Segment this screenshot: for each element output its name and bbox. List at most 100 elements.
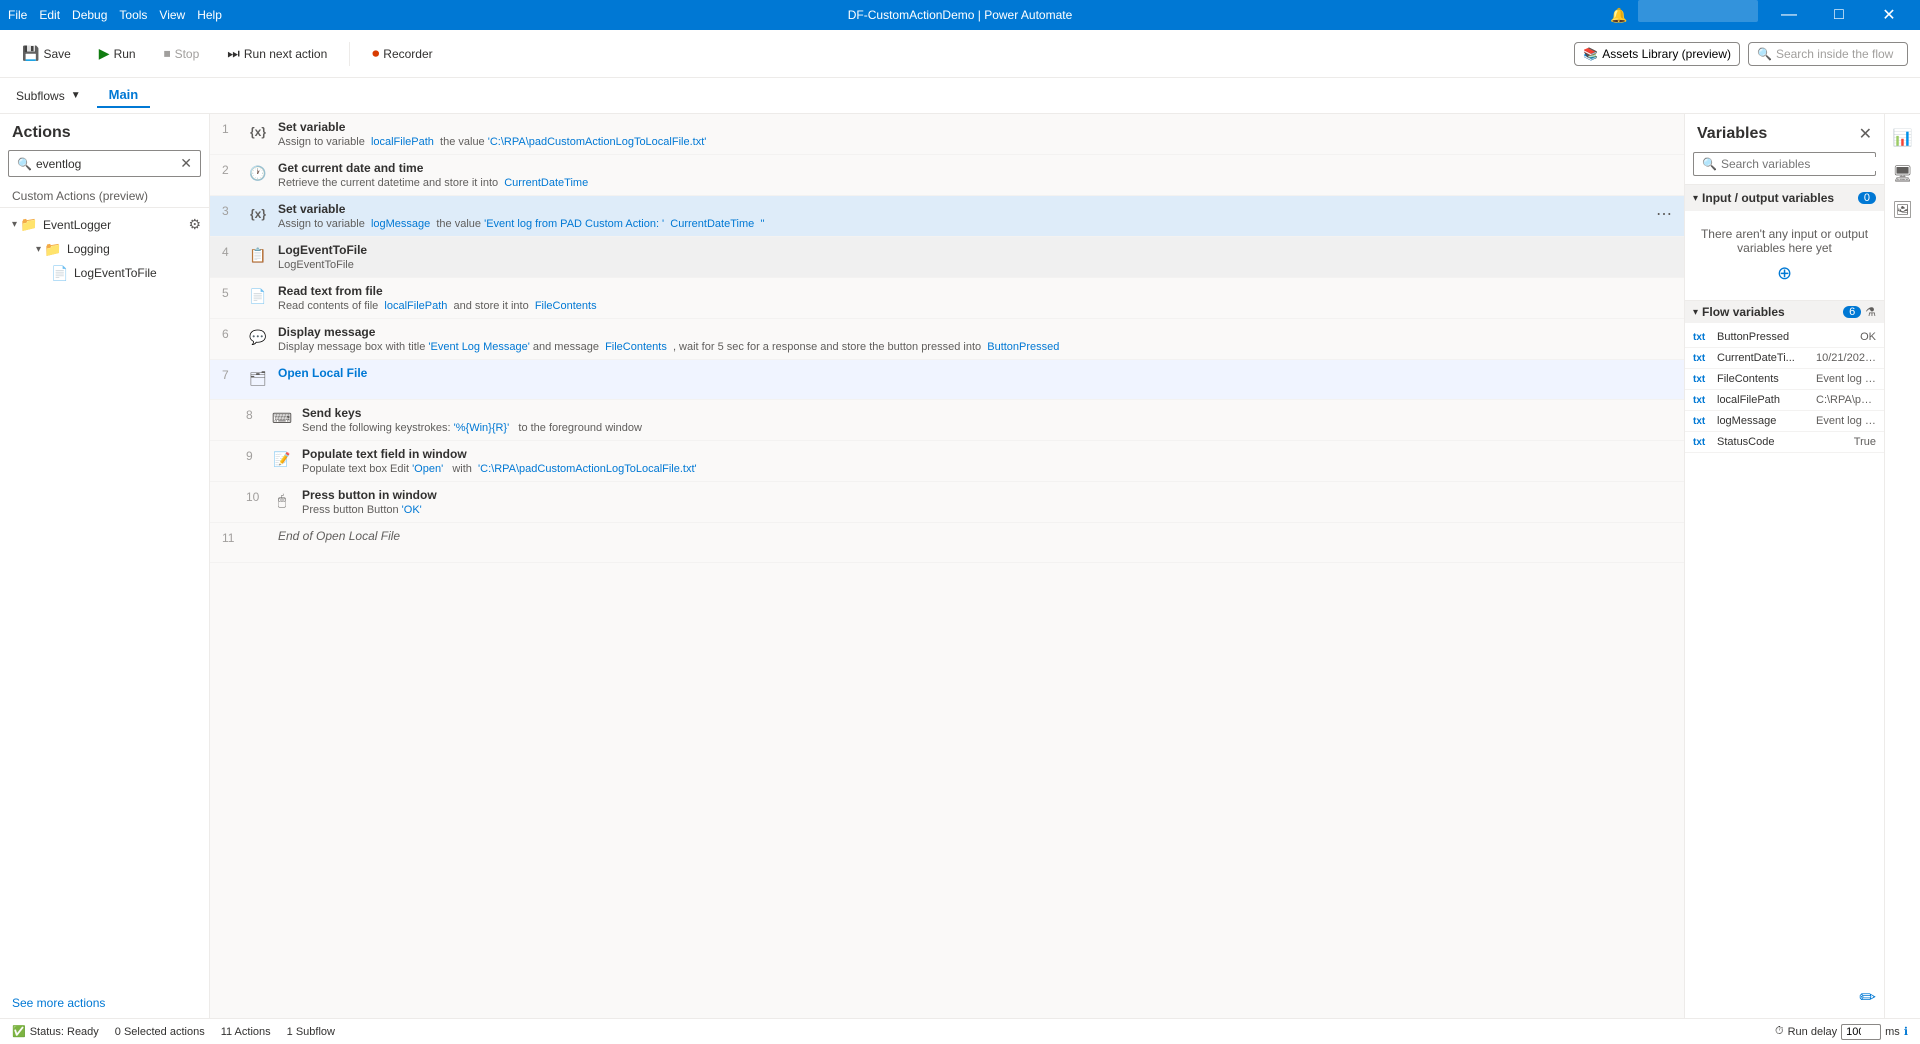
action-row[interactable]: 10 🖱 Press button in window Press button…	[210, 482, 1684, 523]
action-row[interactable]: 9 📝 Populate text field in window Popula…	[210, 441, 1684, 482]
search-bar[interactable]	[1638, 0, 1758, 22]
variables-panel-toggle[interactable]: 📊	[1887, 122, 1919, 154]
var-name: StatusCode	[1717, 436, 1854, 448]
main-layout: Actions 🔍 ✕ Custom Actions (preview) ▾ 📁…	[0, 114, 1920, 1018]
var-icon: txt	[1693, 332, 1713, 343]
group-icon: 🗂	[246, 366, 270, 390]
clear-search-button[interactable]: ✕	[180, 155, 192, 172]
assets-icon: 📚	[1583, 47, 1598, 61]
var-link[interactable]: localFilePath	[384, 300, 447, 312]
action-content: Press button in window Press button Butt…	[302, 488, 1672, 516]
tree-item-logging[interactable]: ▾ 📁 Logging	[0, 237, 209, 261]
var-link[interactable]: ButtonPressed	[987, 341, 1059, 353]
variables-close-button[interactable]: ✕	[1859, 124, 1872, 144]
row-number: 9	[246, 447, 270, 463]
menu-view[interactable]: View	[159, 8, 185, 22]
action-content: End of Open Local File	[246, 529, 1672, 543]
section-title: Input / output variables	[1702, 191, 1858, 205]
search-icon: 🔍	[1757, 47, 1772, 61]
stop-button[interactable]: ⏹ Stop	[154, 39, 210, 68]
menu-tools[interactable]: Tools	[119, 8, 147, 22]
action-row[interactable]: 3 {x} Set variable Assign to variable lo…	[210, 196, 1684, 237]
populate-text-icon: 📝	[270, 447, 294, 471]
flow-var-row[interactable]: txt FileContents Event log from PAD...	[1685, 369, 1884, 390]
flow-var-row[interactable]: txt ButtonPressed OK	[1685, 327, 1884, 348]
variables-search-box[interactable]: 🔍	[1693, 152, 1876, 176]
var-link[interactable]: CurrentDateTime	[670, 218, 754, 230]
main-tab[interactable]: Main	[97, 83, 151, 108]
action-more-button[interactable]: ⋯	[1656, 204, 1672, 224]
title-bar: File Edit Debug Tools View Help DF-Custo…	[0, 0, 1920, 30]
recorder-button[interactable]: ⏺ Recorder	[362, 39, 442, 68]
menu-file[interactable]: File	[8, 8, 27, 22]
run-icon: ▶	[99, 45, 110, 62]
action-row[interactable]: 4 📋 LogEventToFile LogEventToFile	[210, 237, 1684, 278]
var-link[interactable]: localFilePath	[371, 136, 434, 148]
flow-variables-section: ▾ Flow variables 6 ⚗ txt ButtonPressed O…	[1685, 300, 1884, 457]
var-name: logMessage	[1717, 415, 1816, 427]
settings-icon[interactable]: ⚙	[188, 216, 201, 233]
run-next-button[interactable]: ⏭ Run next action	[217, 39, 337, 68]
var-link[interactable]: FileContents	[605, 341, 667, 353]
search-flow-input[interactable]: 🔍 Search inside the flow	[1748, 42, 1908, 66]
images-icon[interactable]: 🖼	[1887, 194, 1919, 226]
var-link[interactable]: FileContents	[535, 300, 597, 312]
flow-var-row[interactable]: txt StatusCode True	[1685, 432, 1884, 453]
action-desc: Read contents of file localFilePath and …	[278, 300, 1672, 312]
variables-search-input[interactable]	[1721, 157, 1876, 171]
menu-debug[interactable]: Debug	[72, 8, 107, 22]
action-content: Send keys Send the following keystrokes:…	[302, 406, 1672, 434]
status-icon: ✅	[12, 1025, 26, 1038]
notification-icon[interactable]: 🔔	[1604, 0, 1634, 30]
section-title: Flow variables	[1702, 305, 1843, 319]
tree-item-log-event-to-file[interactable]: 📄 LogEventToFile	[0, 261, 209, 285]
save-button[interactable]: 💾 Save	[12, 39, 81, 68]
flow-variables-header[interactable]: ▾ Flow variables 6 ⚗	[1685, 301, 1884, 323]
filter-icon[interactable]: ⚗	[1865, 305, 1876, 319]
action-row[interactable]: 7 🗂 Open Local File	[210, 360, 1684, 400]
menu-items: File Edit Debug Tools View Help	[8, 8, 222, 22]
var-link[interactable]: logMessage	[371, 218, 430, 230]
toolbar: 💾 Save ▶ Run ⏹ Stop ⏭ Run next action ⏺ …	[0, 30, 1920, 78]
add-variable-button[interactable]: ⊕	[1697, 263, 1872, 284]
action-desc: LogEventToFile	[278, 259, 1672, 271]
action-row[interactable]: 11 End of Open Local File	[210, 523, 1684, 563]
subflows-label: Subflows	[16, 89, 65, 103]
flow-variables-list: txt ButtonPressed OK txt CurrentDateTi..…	[1685, 323, 1884, 457]
tree-item-event-logger[interactable]: ▾ 📁 EventLogger ⚙	[0, 212, 209, 237]
action-row[interactable]: 5 📄 Read text from file Read contents of…	[210, 278, 1684, 319]
recorder-icon: ⏺	[372, 45, 379, 62]
var-link[interactable]: CurrentDateTime	[504, 177, 588, 189]
run-delay-info-icon[interactable]: ℹ	[1904, 1025, 1908, 1038]
action-row[interactable]: 2 🕐 Get current date and time Retrieve t…	[210, 155, 1684, 196]
maximize-button[interactable]: □	[1816, 0, 1862, 30]
search-input[interactable]	[36, 157, 180, 171]
see-more-link[interactable]: See more actions	[0, 988, 209, 1018]
flow-var-row[interactable]: txt CurrentDateTi... 10/21/2023 4:58:53.…	[1685, 348, 1884, 369]
search-box[interactable]: 🔍 ✕	[8, 150, 201, 177]
window-controls: 🔔 — □ ✕	[1604, 0, 1912, 30]
action-row[interactable]: 6 💬 Display message Display message box …	[210, 319, 1684, 360]
subflows-count: 1 Subflow	[287, 1026, 335, 1038]
action-row[interactable]: 8 ⌨ Send keys Send the following keystro…	[210, 400, 1684, 441]
subflows-button[interactable]: Subflows ▼	[8, 85, 89, 107]
row-number: 1	[222, 120, 246, 136]
actions-header: Actions	[0, 114, 209, 150]
minimize-button[interactable]: —	[1766, 0, 1812, 30]
log-event-icon: 📋	[246, 243, 270, 267]
menu-edit[interactable]: Edit	[39, 8, 60, 22]
send-keys-icon: ⌨	[270, 406, 294, 430]
close-button[interactable]: ✕	[1866, 0, 1912, 30]
left-sidebar: Actions 🔍 ✕ Custom Actions (preview) ▾ 📁…	[0, 114, 210, 1018]
menu-help[interactable]: Help	[197, 8, 222, 22]
flow-var-row[interactable]: txt logMessage Event log from PAD...	[1685, 411, 1884, 432]
ui-elements-icon[interactable]: 🖥	[1887, 158, 1919, 190]
assets-library-button[interactable]: 📚 Assets Library (preview)	[1574, 42, 1740, 66]
run-button[interactable]: ▶ Run	[89, 39, 146, 68]
flow-var-row[interactable]: txt localFilePath C:\RPA\padCusto...	[1685, 390, 1884, 411]
run-delay-input[interactable]	[1841, 1024, 1881, 1040]
input-output-section-header[interactable]: ▾ Input / output variables 0	[1685, 185, 1884, 211]
add-variable-bottom-button[interactable]: ✏	[1859, 985, 1876, 1010]
action-desc: Press button Button 'OK'	[302, 504, 1672, 516]
action-row[interactable]: 1 {x} Set variable Assign to variable lo…	[210, 114, 1684, 155]
